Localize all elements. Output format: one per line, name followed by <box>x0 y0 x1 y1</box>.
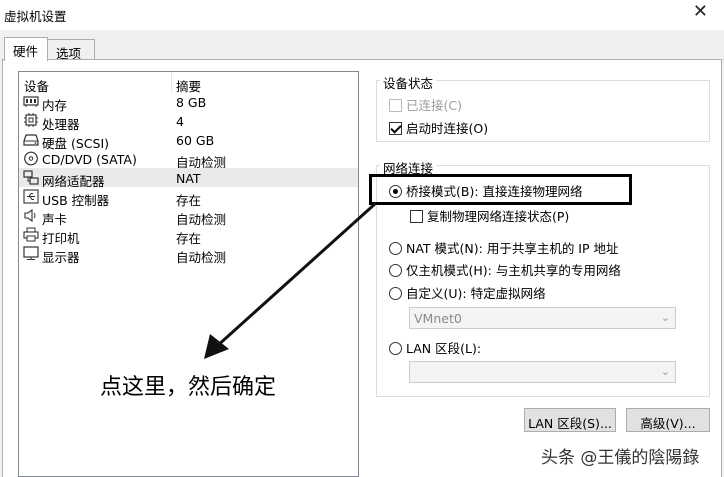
lan-segment-select[interactable]: ⌄ <box>409 361 676 383</box>
device-list: 设备 摘要 内存 8 GB 处理器 4 硬盘 (SCSI) 60 GB CD/D… <box>18 71 359 477</box>
connected-checkbox-box <box>389 99 402 112</box>
device-summary: 4 <box>176 114 184 129</box>
host-only-radio-dot <box>389 264 402 277</box>
printer-icon <box>23 227 39 242</box>
speaker-icon <box>23 208 39 223</box>
device-name: CD/DVD (SATA) <box>42 152 137 167</box>
lan-segments-button[interactable]: LAN 区段(S)... <box>524 408 616 432</box>
device-summary: 自动检测 <box>176 250 227 265</box>
custom-network-value: VMnet0 <box>414 311 462 326</box>
device-row-processor[interactable]: 处理器 4 <box>19 111 358 132</box>
custom-network-select[interactable]: VMnet0 ⌄ <box>409 307 676 329</box>
advanced-button[interactable]: 高级(V)... <box>626 408 710 432</box>
connect-on-start-checkbox-box <box>389 122 402 135</box>
device-status-label: 设备状态 <box>380 73 437 92</box>
tab-options[interactable]: 选项 <box>47 39 95 61</box>
lan-segment-label: LAN 区段(L): <box>406 341 482 356</box>
device-summary: NAT <box>176 171 201 186</box>
memory-icon <box>23 94 39 109</box>
nat-label: NAT 模式(N): 用于共享主机的 IP 地址 <box>406 241 619 256</box>
connect-on-start-label: 启动时连接(O) <box>406 121 489 136</box>
window-title: 虚拟机设置 <box>4 9 67 24</box>
device-list-header: 设备 摘要 <box>19 72 358 94</box>
nat-radio-dot <box>389 242 402 255</box>
connected-checkbox[interactable]: 已连接(C) <box>389 95 462 114</box>
device-row-display[interactable]: 显示器 自动检测 <box>19 244 358 265</box>
custom-radio-dot <box>389 287 402 300</box>
tab-hardware[interactable]: 硬件 <box>4 37 48 61</box>
custom-label: 自定义(U): 特定虚拟网络 <box>406 286 546 301</box>
hard-disk-icon <box>23 132 39 147</box>
device-row-memory[interactable]: 内存 8 GB <box>19 92 358 113</box>
cpu-icon <box>23 113 39 128</box>
device-summary: 8 GB <box>176 95 207 110</box>
host-only-label: 仅主机模式(H): 与主机共享的专用网络 <box>406 263 621 278</box>
lan-segment-radio-dot <box>389 342 402 355</box>
nat-radio[interactable]: NAT 模式(N): 用于共享主机的 IP 地址 <box>389 238 619 257</box>
connect-on-start-checkbox[interactable]: 启动时连接(O) <box>389 118 488 137</box>
device-summary: 60 GB <box>176 133 215 148</box>
title-bar: 虚拟机设置 ✕ <box>0 0 724 30</box>
annotation-text: 点这里，然后确定 <box>100 375 277 400</box>
chevron-down-icon: ⌄ <box>660 365 670 378</box>
device-row-printer[interactable]: 打印机 存在 <box>19 225 358 246</box>
custom-radio[interactable]: 自定义(U): 特定虚拟网络 <box>389 283 546 302</box>
lan-segment-radio[interactable]: LAN 区段(L): <box>389 338 481 357</box>
highlight-box <box>369 174 632 205</box>
device-row-usb[interactable]: USB 控制器 存在 <box>19 187 358 208</box>
device-row-network-adapter[interactable]: 网络适配器 NAT <box>19 168 358 189</box>
monitor-icon <box>23 246 39 261</box>
device-row-hard-disk[interactable]: 硬盘 (SCSI) 60 GB <box>19 130 358 151</box>
watermark: 头条 @王儀的陰陽錄 <box>541 448 700 468</box>
device-row-sound-card[interactable]: 声卡 自动检测 <box>19 206 358 227</box>
network-adapter-icon <box>23 170 39 185</box>
device-row-cd-dvd[interactable]: CD/DVD (SATA) 自动检测 <box>19 149 358 170</box>
close-icon[interactable]: ✕ <box>693 2 708 22</box>
replicate-state-checkbox-box <box>410 210 423 223</box>
replicate-state-label: 复制物理网络连接状态(P) <box>427 209 570 224</box>
usb-icon <box>23 189 39 204</box>
chevron-down-icon: ⌄ <box>660 311 670 324</box>
replicate-state-checkbox[interactable]: 复制物理网络连接状态(P) <box>410 206 569 225</box>
host-only-radio[interactable]: 仅主机模式(H): 与主机共享的专用网络 <box>389 260 621 279</box>
device-name: 显示器 <box>42 250 80 265</box>
cd-dvd-icon <box>23 151 39 166</box>
connected-label: 已连接(C) <box>406 98 462 113</box>
